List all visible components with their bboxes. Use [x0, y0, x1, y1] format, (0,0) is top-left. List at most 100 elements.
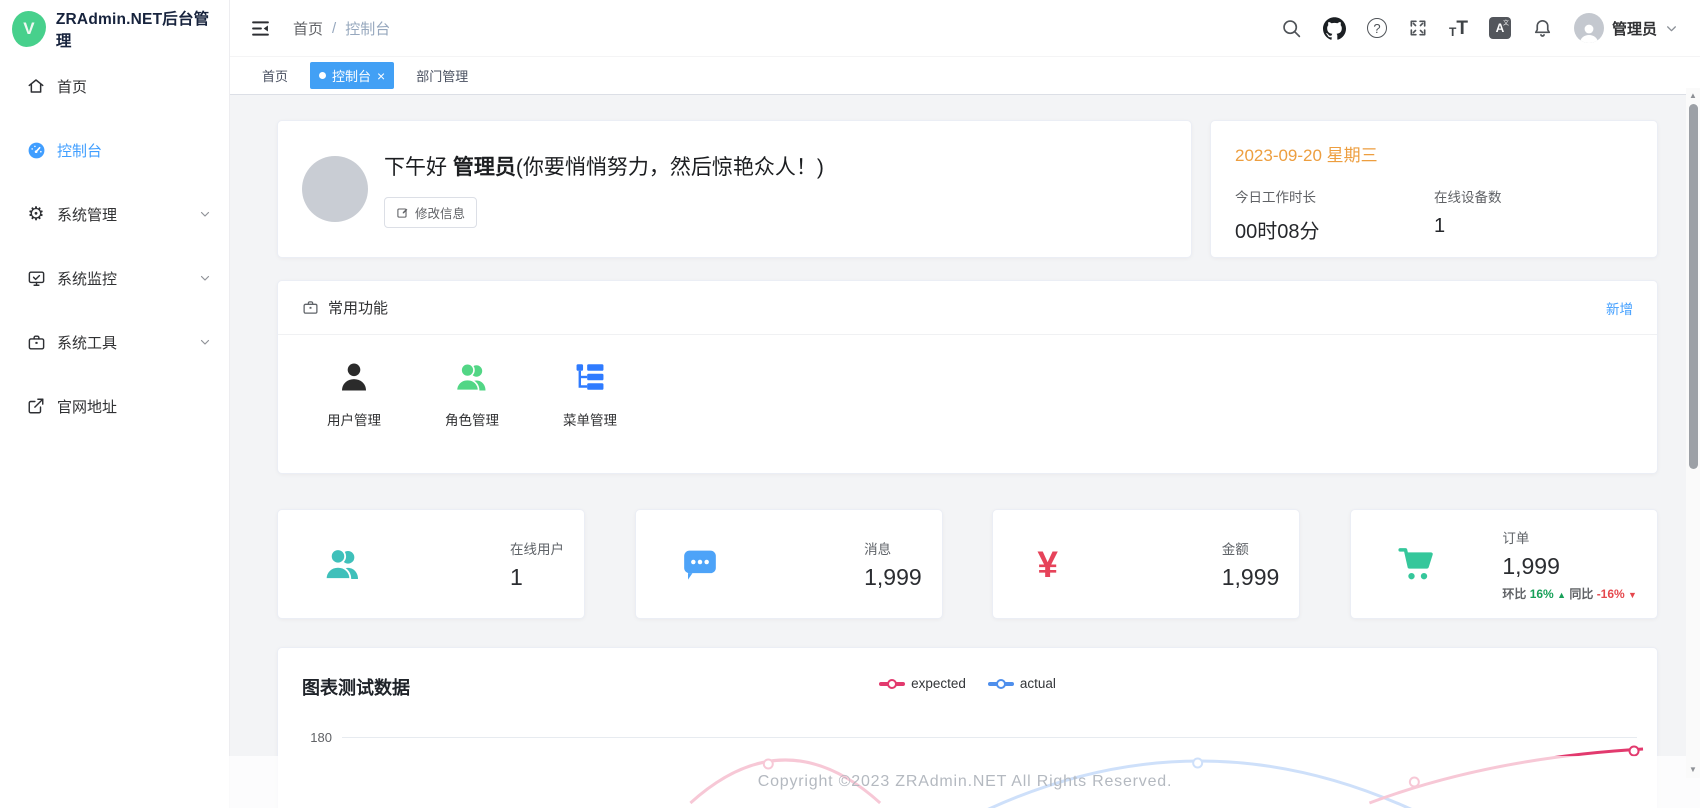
- dashboard-icon: [26, 140, 46, 160]
- bell-icon[interactable]: [1532, 18, 1553, 39]
- help-icon[interactable]: ?: [1367, 18, 1387, 38]
- today-card: 2023-09-20 星期三 今日工作时长 00时08分 在线设备数 1: [1210, 120, 1658, 258]
- tab-departments[interactable]: 部门管理: [404, 62, 480, 89]
- cart-icon: [1395, 544, 1437, 584]
- sidebar-item-system-management[interactable]: ⚙ 系统管理: [0, 191, 229, 237]
- copyright-text: Copyright ©2023 ZRAdmin.NET All Rights R…: [758, 773, 1173, 791]
- quick-item-label: 用户管理: [327, 409, 381, 429]
- sidebar-item-label: 系统管理: [57, 204, 117, 225]
- message-icon: [680, 544, 720, 584]
- stat-card-orders: 订单 1,999 环比 16% ▲ 同比 -16% ▼: [1350, 509, 1658, 619]
- sidebar-item-system-tools[interactable]: 系统工具: [0, 319, 229, 365]
- sidebar-item-label: 首页: [57, 76, 87, 97]
- scrollbar[interactable]: ▲ ▼: [1686, 88, 1700, 778]
- work-duration-value: 00时08分: [1235, 215, 1434, 244]
- chevron-down-icon: [1665, 22, 1678, 35]
- sidebar-menu: 首页 控制台 ⚙ 系统管理 系统监控: [0, 57, 229, 429]
- briefcase-icon: [302, 299, 319, 316]
- greeting-text: 下午好 管理员(你要悄悄努力，然后惊艳众人！): [384, 151, 824, 181]
- legend-marker-icon: [879, 682, 905, 686]
- quick-item-menu-management[interactable]: 菜单管理: [548, 355, 632, 429]
- quick-item-user-management[interactable]: 用户管理: [312, 355, 396, 429]
- user-menu[interactable]: 管理员: [1574, 13, 1678, 43]
- mom-value: 16%: [1530, 587, 1554, 601]
- yen-icon: ¥: [1037, 546, 1058, 583]
- stat-label: 金额: [1222, 538, 1280, 558]
- stat-value: 1,999: [864, 564, 922, 591]
- chevron-down-icon: [199, 272, 211, 284]
- language-icon[interactable]: A文: [1489, 17, 1511, 39]
- breadcrumb: 首页 / 控制台: [293, 18, 390, 39]
- add-quick-function-link[interactable]: 新增: [1606, 298, 1633, 318]
- quick-item-role-management[interactable]: 角色管理: [430, 355, 514, 429]
- quick-functions-title: 常用功能: [328, 297, 388, 318]
- github-icon[interactable]: [1323, 17, 1346, 40]
- search-icon[interactable]: [1281, 18, 1302, 39]
- stat-card-online-users: 在线用户 1: [277, 509, 585, 619]
- legend-marker-icon: [988, 682, 1014, 686]
- username-label: 管理员: [1612, 18, 1657, 39]
- trend-down-icon: ▼: [1628, 590, 1637, 600]
- tab-home[interactable]: 首页: [250, 62, 300, 89]
- stat-value: 1: [510, 564, 564, 591]
- edit-icon: [396, 206, 409, 219]
- external-link-icon: [26, 396, 46, 416]
- legend-item-expected[interactable]: expected: [879, 676, 966, 691]
- user-avatar-large[interactable]: [302, 156, 368, 222]
- legend-label: expected: [911, 676, 966, 691]
- fullscreen-icon[interactable]: [1408, 18, 1428, 38]
- stat-card-messages: 消息 1,999: [635, 509, 943, 619]
- sidebar-item-label: 官网地址: [57, 396, 117, 417]
- today-date: 2023-09-20 星期三: [1235, 141, 1633, 166]
- stat-label: 在线用户: [510, 538, 564, 558]
- trend-up-icon: ▲: [1557, 590, 1566, 600]
- online-devices-value: 1: [1434, 215, 1633, 238]
- sidebar-item-label: 系统监控: [57, 268, 117, 289]
- legend-item-actual[interactable]: actual: [988, 676, 1056, 691]
- scroll-up-icon[interactable]: ▲: [1689, 88, 1697, 102]
- app-title: ZRAdmin.NET后台管理: [56, 7, 215, 51]
- work-duration-label: 今日工作时长: [1235, 186, 1434, 206]
- edit-profile-button[interactable]: 修改信息: [384, 197, 477, 228]
- sidebar-item-official-site[interactable]: 官网地址: [0, 383, 229, 429]
- chevron-down-icon: [199, 208, 211, 220]
- app-logo[interactable]: V ZRAdmin.NET后台管理: [0, 0, 229, 57]
- quick-functions-card: 常用功能 新增 用户管理 角色管理 菜单管理: [277, 280, 1658, 474]
- edit-profile-label: 修改信息: [415, 203, 465, 222]
- breadcrumb-home[interactable]: 首页: [293, 18, 323, 39]
- breadcrumb-separator: /: [332, 20, 336, 37]
- yoy-value: -16%: [1597, 587, 1625, 601]
- greeting-username: 管理员: [453, 156, 516, 179]
- scroll-down-icon[interactable]: ▼: [1689, 762, 1697, 776]
- breadcrumb-current: 控制台: [345, 18, 390, 39]
- tab-label: 控制台: [332, 66, 371, 85]
- tab-label: 部门管理: [416, 66, 468, 85]
- sidebar-item-home[interactable]: 首页: [0, 63, 229, 109]
- tab-dashboard[interactable]: 控制台 ×: [310, 62, 394, 89]
- chevron-down-icon: [199, 336, 211, 348]
- sidebar: V ZRAdmin.NET后台管理 首页 控制台 ⚙ 系统管理 系: [0, 0, 230, 808]
- toolbox-icon: [26, 332, 46, 352]
- sidebar-item-dashboard[interactable]: 控制台: [0, 127, 229, 173]
- legend-label: actual: [1020, 676, 1056, 691]
- avatar: [1574, 13, 1604, 43]
- stat-card-amount: ¥ 金额 1,999: [992, 509, 1300, 619]
- sidebar-collapse-icon[interactable]: [250, 18, 271, 39]
- sidebar-item-system-monitor[interactable]: 系统监控: [0, 255, 229, 301]
- stat-label: 订单: [1502, 527, 1637, 547]
- navbar-actions: ? TT A文 管理员: [1281, 13, 1678, 43]
- scrollbar-thumb[interactable]: [1689, 104, 1698, 469]
- menu-tree-icon: [573, 355, 607, 399]
- stat-label: 消息: [864, 538, 922, 558]
- monitor-icon: [26, 268, 46, 288]
- quick-item-label: 菜单管理: [563, 409, 617, 429]
- online-users-icon: [322, 544, 364, 584]
- tab-bar: 首页 控制台 × 部门管理: [230, 57, 1700, 95]
- home-icon: [26, 76, 46, 96]
- roles-icon: [453, 355, 491, 399]
- tab-close-icon[interactable]: ×: [377, 69, 385, 83]
- font-size-icon[interactable]: TT: [1449, 19, 1468, 38]
- tab-label: 首页: [262, 66, 288, 85]
- online-devices-label: 在线设备数: [1434, 186, 1633, 206]
- quick-item-label: 角色管理: [445, 409, 499, 429]
